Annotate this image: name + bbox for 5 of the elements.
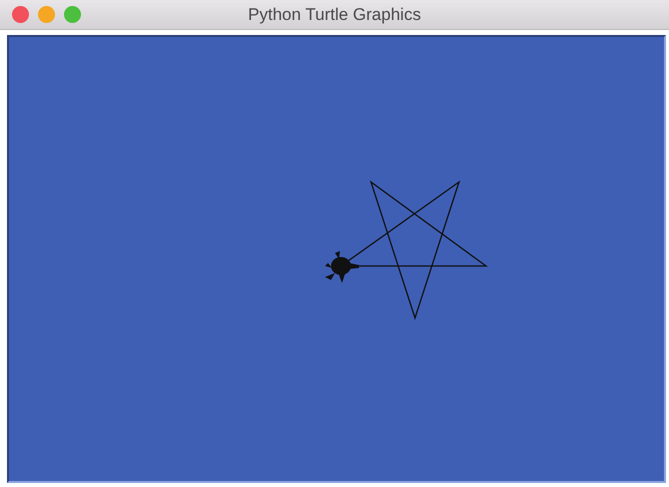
minimize-icon[interactable]: [38, 6, 55, 23]
window-title: Python Turtle Graphics: [248, 4, 421, 26]
turtle-icon: [325, 251, 359, 283]
maximize-icon[interactable]: [64, 6, 81, 23]
close-icon[interactable]: [12, 6, 29, 23]
